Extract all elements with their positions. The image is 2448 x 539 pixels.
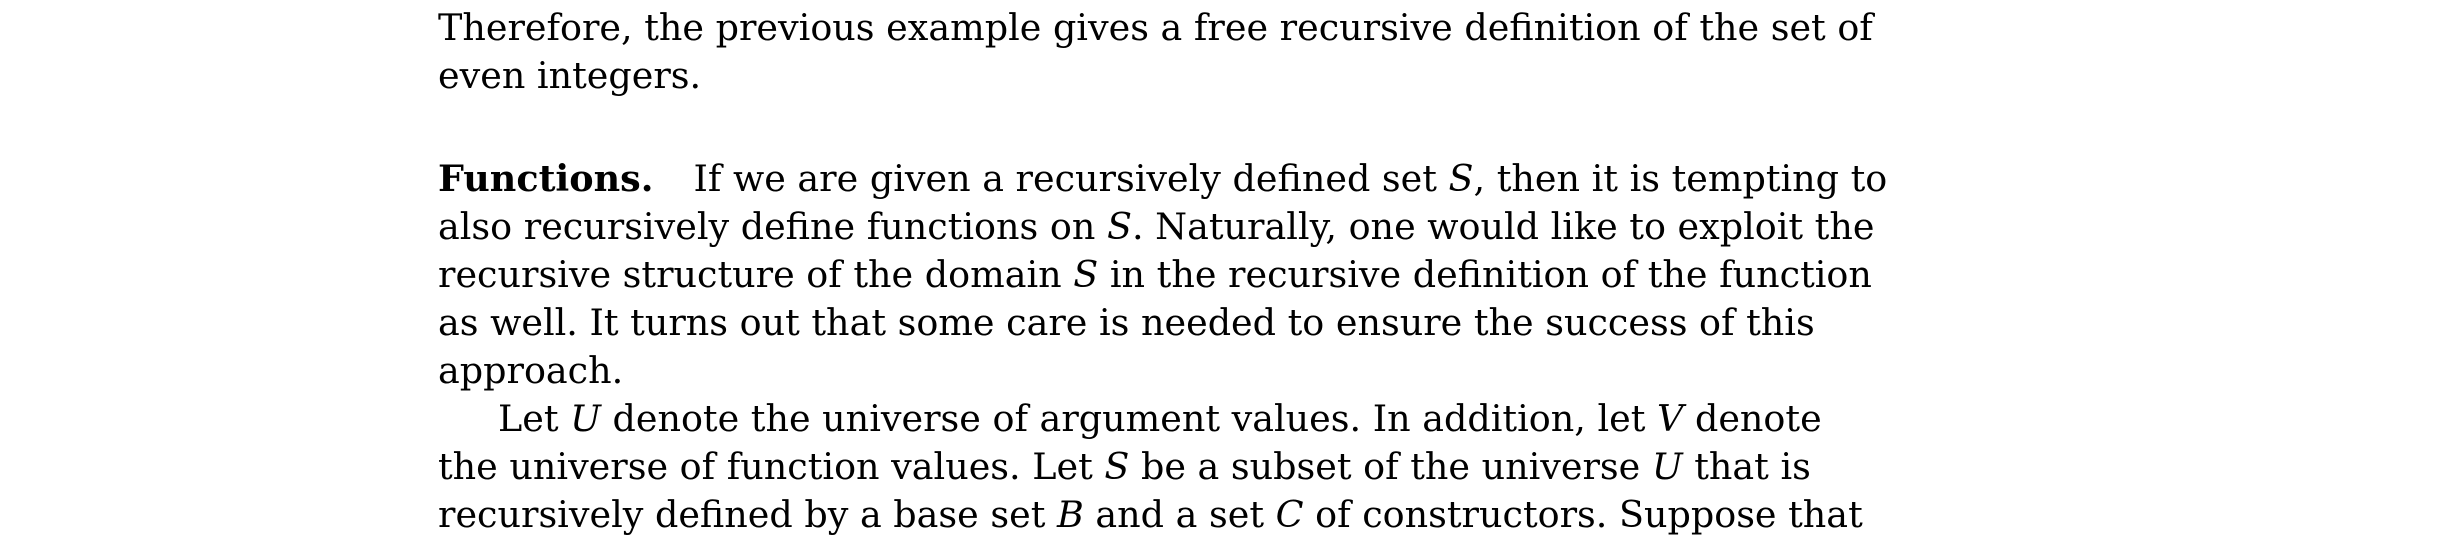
math-symbol: U bbox=[570, 397, 601, 440]
math-symbol: S bbox=[1106, 205, 1132, 248]
text-run: be a subset of the universe bbox=[1129, 445, 1652, 488]
math-symbol: U bbox=[1651, 445, 1683, 488]
text-run: as well. It turns out that some care is … bbox=[438, 301, 1815, 344]
math-symbol: S bbox=[1104, 445, 1130, 488]
document-page: Therefore, the previous example gives a … bbox=[0, 0, 2448, 536]
math-symbol: V bbox=[1657, 397, 1684, 440]
text-line: Functions. If we are given a recursively … bbox=[438, 155, 1887, 203]
math-symbol: C bbox=[1275, 493, 1304, 536]
text-line: also recursively define functions on S. … bbox=[438, 203, 1874, 251]
text-run: in the recursive definition of the funct… bbox=[1098, 253, 1872, 296]
text-line: Therefore, the previous example gives a … bbox=[438, 4, 1873, 52]
text-run: and a set bbox=[1083, 493, 1276, 536]
text-run: approach. bbox=[438, 349, 624, 392]
section-heading: Functions. bbox=[438, 157, 654, 200]
text-line: recursively defined by a base set B and … bbox=[438, 491, 1863, 539]
text-run: denote bbox=[1683, 397, 1822, 440]
text-line: the universe of function values. Let S b… bbox=[438, 443, 1811, 491]
text-run: Therefore, the previous example gives a … bbox=[438, 6, 1873, 49]
text-run: recursively defined by a base set bbox=[438, 493, 1057, 536]
text-run: denote the universe of argument values. … bbox=[600, 397, 1657, 440]
text-run: also recursively define functions on bbox=[438, 205, 1107, 248]
text-run: that is bbox=[1682, 445, 1811, 488]
text-line: approach. bbox=[438, 347, 1810, 395]
text-run: recursive structure of the domain bbox=[438, 253, 1074, 296]
math-symbol: B bbox=[1056, 493, 1084, 536]
text-run: of constructors. Suppose that bbox=[1303, 493, 1863, 536]
math-symbol: S bbox=[1448, 157, 1474, 200]
math-symbol: S bbox=[1073, 253, 1099, 296]
text-run: even integers. bbox=[438, 54, 702, 97]
text-run: , then it is tempting to bbox=[1473, 157, 1888, 200]
text-line: Let U denote the universe of argument va… bbox=[438, 395, 1822, 443]
text-run: If we are given a recursively defined se… bbox=[693, 157, 1449, 200]
text-run: Let bbox=[498, 397, 571, 440]
text-line: even integers. bbox=[438, 52, 1810, 100]
text-run: . Naturally, one would like to exploit t… bbox=[1131, 205, 1875, 248]
text-line: recursive structure of the domain S in t… bbox=[438, 251, 1872, 299]
text-line: as well. It turns out that some care is … bbox=[438, 299, 1815, 347]
text-run: the universe of function values. Let bbox=[438, 445, 1105, 488]
